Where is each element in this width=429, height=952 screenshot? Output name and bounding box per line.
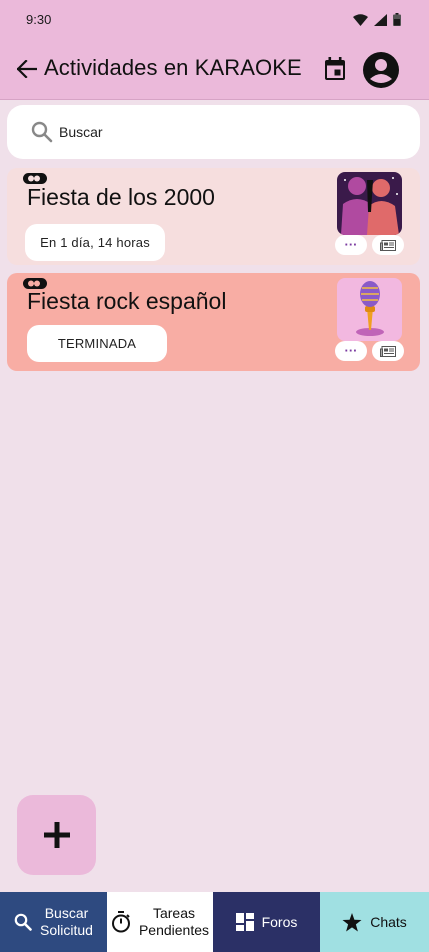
news-icon [380,239,396,251]
status-time: 9:30 [26,12,52,27]
status-chip: TERMINADA [27,325,167,362]
app-bar: Actividades en KARAOKE [0,40,429,100]
search-box[interactable] [7,105,420,159]
activity-card[interactable]: Fiesta de los 2000 En 1 día, 14 horas ··… [7,168,420,265]
more-button[interactable]: ··· [335,235,367,255]
nav-chats[interactable]: Chats [320,892,429,952]
back-button[interactable] [14,56,40,82]
more-icon: ··· [344,343,358,358]
nav-buscar-solicitud[interactable]: Buscar Solicitud [0,892,107,952]
battery-icon [393,13,401,26]
news-button[interactable] [372,341,404,361]
nav-label: Foros [261,913,298,930]
search-icon [31,121,53,143]
page-title: Actividades en KARAOKE [44,55,302,80]
news-icon [380,345,396,357]
status-icons [353,13,401,26]
nav-label: Buscar Solicitud [40,905,93,938]
plus-icon [43,822,70,848]
microphone-icon [337,278,402,341]
infinity-badge-icon [23,173,47,184]
nav-tareas-pendientes[interactable]: Tareas Pendientes [107,892,213,952]
star-icon [342,912,362,931]
activity-title: Fiesta rock español [27,288,227,314]
activity-thumbnail[interactable] [337,172,402,235]
arrow-back-icon [17,60,37,78]
account-circle-icon [363,52,399,88]
more-button[interactable]: ··· [335,341,367,361]
add-activity-button[interactable] [17,795,96,875]
calendar-icon [325,57,345,80]
status-bar: 9:30 [0,0,429,40]
search-input[interactable] [59,122,105,142]
party-silhouettes-icon [337,172,402,235]
more-icon: ··· [344,237,358,252]
bottom-nav: Buscar Solicitud Tareas Pendientes Foros… [0,892,429,952]
nav-foros[interactable]: Foros [213,892,320,952]
calendar-button[interactable] [322,56,348,82]
search-icon [14,913,32,931]
activity-card[interactable]: Fiesta rock español TERMINADA ··· [7,273,420,371]
activity-thumbnail[interactable] [337,278,402,341]
timer-icon [111,911,130,933]
profile-button[interactable] [362,51,400,89]
nav-label: Tareas Pendientes [138,905,210,938]
news-button[interactable] [372,235,404,255]
nav-label: Chats [370,913,407,930]
signal-icon [374,13,387,26]
activity-title: Fiesta de los 2000 [27,184,215,210]
wifi-icon [353,13,368,26]
status-chip: En 1 día, 14 horas [25,224,165,261]
dashboard-icon [235,913,254,931]
